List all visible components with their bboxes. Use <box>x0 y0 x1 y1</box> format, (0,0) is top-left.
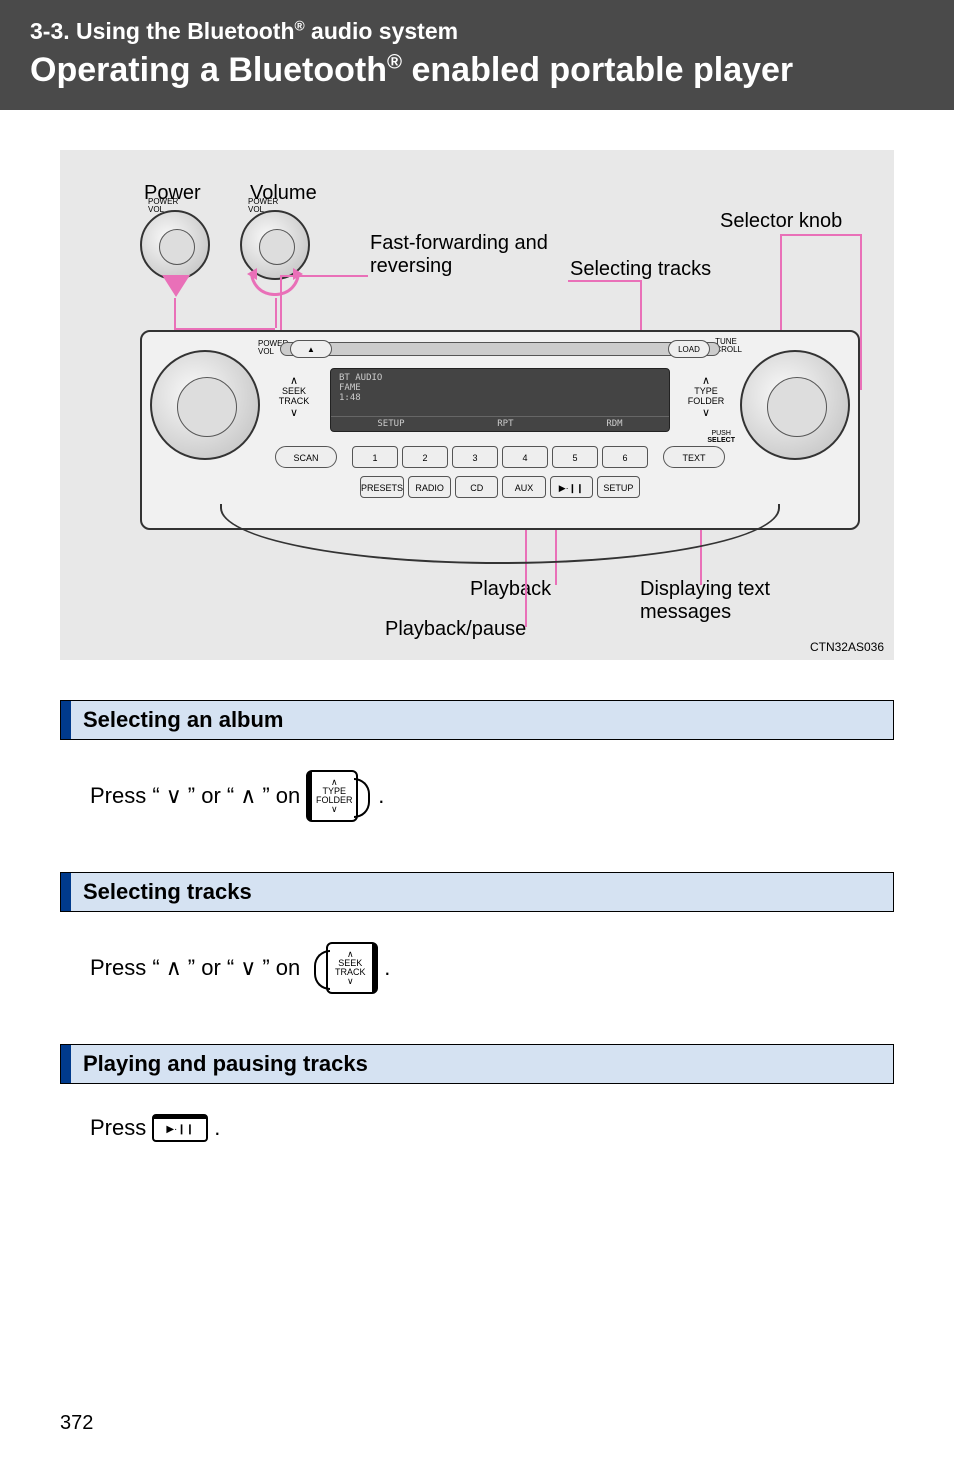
label-disptext: Displaying text messages <box>640 578 800 624</box>
album-down: ∨ <box>166 783 182 809</box>
preset-2: 2 <box>402 446 448 468</box>
display-title: FAME <box>339 383 661 393</box>
label-playback: Playback <box>470 578 551 601</box>
setup-button: SETUP <box>597 476 640 498</box>
preset-row: 1 2 3 4 5 6 <box>320 446 680 468</box>
label-selknob: Selector knob <box>720 210 842 233</box>
reg-mark-large: ® <box>387 52 402 74</box>
page-header: 3-3. Using the Bluetooth® audio system O… <box>0 0 954 110</box>
cd-button: CD <box>455 476 498 498</box>
type-folder-rocker: ∧TYPEFOLDER∨ <box>684 375 728 419</box>
section-accent-bar <box>61 1045 71 1083</box>
section-text-b: audio system <box>305 18 458 44</box>
preset-3: 3 <box>452 446 498 468</box>
icon-chev-down: ∨ <box>331 805 338 814</box>
section-accent-bar <box>61 701 71 739</box>
icon-play-label: ▶·❙❙ <box>166 1124 194 1135</box>
section-header-album: Selecting an album <box>60 700 894 740</box>
seek-track-button-icon: ∧ SEEK TRACK ∨ <box>326 942 378 994</box>
display-mode: BT AUDIO <box>339 373 661 383</box>
album-text-2: ” or “ <box>188 783 234 809</box>
section-number: 3-3. Using the Bluetooth® audio system <box>30 18 924 45</box>
diagram: POWERVOL POWERVOL Power Volume Fast-forw… <box>80 180 874 650</box>
display-setup: SETUP <box>377 419 404 429</box>
push-select-text: PUSHSELECT <box>707 430 735 444</box>
section-title-tracks: Selecting tracks <box>71 873 893 911</box>
display-rpt: RPT <box>497 419 513 429</box>
load-button: LOAD <box>668 340 710 358</box>
preset-4: 4 <box>502 446 548 468</box>
callout-line <box>280 275 368 277</box>
stereo-unit: POWERVOL TUNESCROLL PUSHSELECT ▲ LOAD ∧S… <box>140 330 860 530</box>
period: . <box>378 783 384 809</box>
callout-line <box>275 298 277 328</box>
press-arrow-icon <box>162 275 190 297</box>
section-title-playpause: Playing and pausing tracks <box>71 1045 893 1083</box>
mini-knob-power <box>140 210 210 280</box>
album-text-1: Press “ <box>90 783 160 809</box>
play-pause-button: ▶·❙❙ <box>550 476 593 498</box>
page-title: Operating a Bluetooth® enabled portable … <box>30 51 924 90</box>
section-title-album: Selecting an album <box>71 701 893 739</box>
mode-row: PRESETS RADIO CD AUX ▶·❙❙ SETUP <box>360 476 640 498</box>
tune-select-knob <box>740 350 850 460</box>
callout-line <box>568 280 640 282</box>
reg-mark-small: ® <box>295 18 305 33</box>
seek-track-rocker: ∧SEEKTRACK∨ <box>272 375 316 419</box>
period: . <box>214 1115 220 1141</box>
section-body-album: Press “∨” or “∧” on ∧ TYPE FOLDER ∨ . <box>60 740 894 832</box>
radio-button: RADIO <box>408 476 451 498</box>
label-ffwd: Fast-forwarding and reversing <box>370 232 550 278</box>
section-header-playpause: Playing and pausing tracks <box>60 1044 894 1084</box>
period: . <box>384 955 390 981</box>
power-vol-knob <box>150 350 260 460</box>
title-text-a: Operating a Bluetooth <box>30 51 387 89</box>
display-screen: BT AUDIO FAME 1:48 SETUP RPT RDM <box>330 368 670 432</box>
section-header-tracks: Selecting tracks <box>60 872 894 912</box>
callout-line <box>860 234 862 390</box>
label-seltracks: Selecting tracks <box>570 258 711 281</box>
label-volume: Volume <box>250 182 317 205</box>
section-body-tracks: Press “∧” or “∨” on ∧ SEEK TRACK ∨ . <box>60 912 894 1004</box>
title-text-b: enabled portable player <box>402 51 793 89</box>
label-playpause: Playback/pause <box>385 618 526 641</box>
preset-6: 6 <box>602 446 648 468</box>
icon-chev-down: ∨ <box>347 977 354 986</box>
playpause-text: Press <box>90 1115 146 1141</box>
section-body-playpause: Press ▶·❙❙ . <box>60 1084 894 1152</box>
tracks-down: ∨ <box>240 955 256 981</box>
figure-id: CTN32AS036 <box>810 640 884 654</box>
eject-button: ▲ <box>290 340 332 358</box>
presets-button: PRESETS <box>360 476 404 498</box>
play-pause-button-icon: ▶·❙❙ <box>152 1114 208 1142</box>
callout-line <box>780 234 860 236</box>
tracks-text-3: ” on <box>262 955 300 981</box>
display-time: 1:48 <box>339 393 661 403</box>
type-folder-button-icon: ∧ TYPE FOLDER ∨ <box>306 770 358 822</box>
section-text-a: 3-3. Using the Bluetooth <box>30 18 295 44</box>
album-up: ∧ <box>240 783 256 809</box>
preset-5: 5 <box>552 446 598 468</box>
bezel-curve <box>220 504 780 564</box>
aux-button: AUX <box>502 476 545 498</box>
section-accent-bar <box>61 873 71 911</box>
diagram-container: POWERVOL POWERVOL Power Volume Fast-forw… <box>60 150 894 660</box>
album-text-3: ” on <box>262 783 300 809</box>
tracks-text-1: Press “ <box>90 955 160 981</box>
label-power: Power <box>144 182 201 205</box>
display-rdm: RDM <box>606 419 622 429</box>
disc-slot <box>280 342 720 356</box>
preset-1: 1 <box>352 446 398 468</box>
tracks-up: ∧ <box>166 955 182 981</box>
tracks-text-2: ” or “ <box>188 955 234 981</box>
page-number: 372 <box>60 1412 93 1435</box>
content-area: POWERVOL POWERVOL Power Volume Fast-forw… <box>0 110 954 1182</box>
